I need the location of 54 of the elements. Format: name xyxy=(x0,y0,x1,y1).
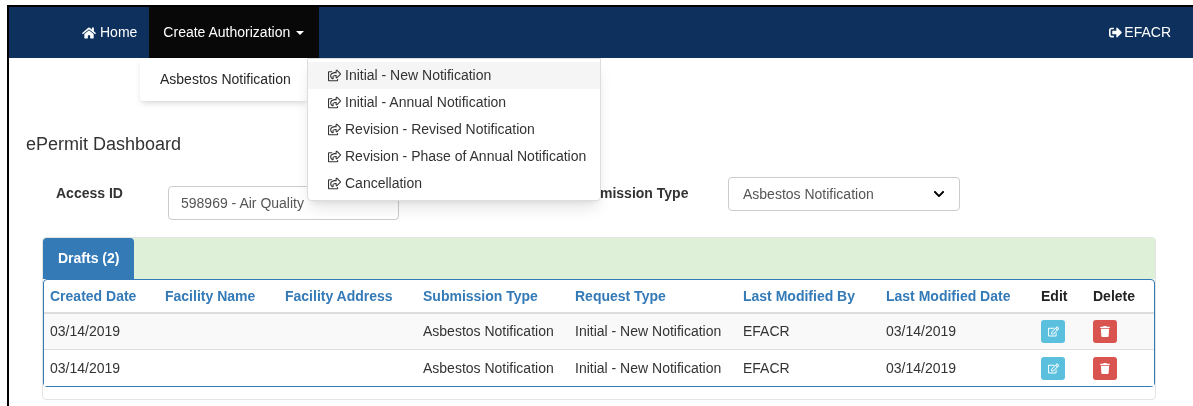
create-authorization-menu[interactable]: Create Authorization xyxy=(149,7,320,58)
table-cell: EFACR xyxy=(743,323,790,339)
home-link[interactable]: Home xyxy=(70,7,150,58)
table-cell: 03/14/2019 xyxy=(50,323,121,339)
table-cell: Initial - New Notification xyxy=(575,359,722,376)
delete-button[interactable] xyxy=(1093,320,1117,343)
submenu-label: Revision - Revised Notification xyxy=(345,120,535,139)
caret-icon xyxy=(296,30,305,35)
submenu-item[interactable]: Cancellation xyxy=(308,170,600,197)
submenu-item[interactable]: Initial - Annual Notification xyxy=(308,89,600,116)
submenu-label: Initial - New Notification xyxy=(345,66,492,85)
share-icon xyxy=(328,177,341,190)
chevron-down-icon xyxy=(933,188,945,200)
column-header[interactable]: Facility Name xyxy=(165,287,256,304)
drafts-tab[interactable]: Drafts (2) xyxy=(43,238,135,279)
trash-icon xyxy=(1100,326,1110,337)
column-header: Delete xyxy=(1093,287,1136,304)
submenu-item[interactable]: Initial - New Notification xyxy=(308,62,600,89)
column-header[interactable]: Facility Address xyxy=(285,287,393,304)
share-icon xyxy=(328,96,341,109)
menu-item[interactable]: Asbestos Notification xyxy=(140,66,308,93)
column-header[interactable]: Last Modified Date xyxy=(886,287,1011,304)
table-cell: 03/14/2019 xyxy=(886,323,957,339)
logout-icon xyxy=(1109,26,1123,39)
edit-icon xyxy=(1047,362,1059,374)
edit-icon xyxy=(1047,326,1059,337)
column-header[interactable]: Created Date xyxy=(50,287,137,304)
submenu-label: Initial - Annual Notification xyxy=(345,93,507,112)
submission-type-select[interactable]: Asbestos Notification xyxy=(728,177,960,211)
share-icon xyxy=(328,69,341,82)
filter-label: Access ID xyxy=(56,184,124,203)
share-icon xyxy=(328,150,341,163)
column-header[interactable]: Request Type xyxy=(575,287,666,304)
column-header[interactable]: Last Modified By xyxy=(743,287,855,304)
table-cell: 03/14/2019 xyxy=(886,359,957,376)
table-cell: Asbestos Notification xyxy=(423,323,554,339)
delete-button[interactable] xyxy=(1093,356,1117,380)
submenu-item[interactable]: Revision - Phase of Annual Notification xyxy=(308,143,600,170)
column-header: Edit xyxy=(1041,287,1068,304)
trash-icon xyxy=(1100,362,1110,374)
share-icon xyxy=(328,123,341,136)
select-value: Asbestos Notification xyxy=(743,184,874,204)
filter-label: mission Type xyxy=(600,184,690,203)
table-cell: Initial - New Notification xyxy=(575,323,722,339)
logout-link[interactable]: EFACR xyxy=(1109,7,1171,58)
home-icon xyxy=(82,25,96,40)
column-header[interactable]: Submission Type xyxy=(423,287,538,304)
table-cell: Asbestos Notification xyxy=(423,359,554,376)
submenu-label: Revision - Phase of Annual Notification xyxy=(345,147,587,166)
edit-button[interactable] xyxy=(1041,356,1065,380)
table-cell: 03/14/2019 xyxy=(50,359,121,376)
table-cell: EFACR xyxy=(743,359,790,376)
page-title: ePermit Dashboard xyxy=(26,133,182,156)
submenu-item[interactable]: Revision - Revised Notification xyxy=(308,116,600,143)
